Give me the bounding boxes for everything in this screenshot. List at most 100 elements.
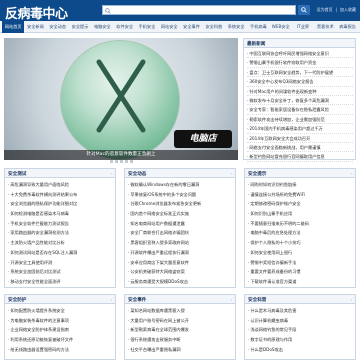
add-favorite-link[interactable]: 加入收藏 (340, 7, 356, 13)
article-link[interactable]: 谷歌Chrome浏览器发布紧急安全更新 (128, 199, 233, 209)
article-link[interactable]: 网购时如何识别钓鱼链接 (248, 180, 353, 190)
site-logo[interactable]: 反病毒中心 (5, 3, 68, 22)
nav-item[interactable]: 安全科普 (203, 24, 225, 30)
slider-dot[interactable] (124, 160, 128, 163)
article-link[interactable]: 国内首个网络安全标准正式实施 (128, 209, 233, 219)
nav-item[interactable]: 网站安全 (158, 24, 180, 30)
article-link[interactable]: 如何安全使用网上银行 (248, 248, 353, 258)
article-link[interactable]: 高危漏洞导致大量用户面临风险 (8, 180, 113, 190)
nav-item[interactable]: 安全新闻 (24, 24, 46, 30)
nav-item[interactable]: 系统安全 (225, 24, 247, 30)
article-link[interactable]: 利用系统还原功能恢复被破坏文件 (8, 335, 113, 345)
article-link[interactable]: 如何检测电脑是否感染木马病毒 (8, 209, 113, 219)
article-link[interactable]: 开源安全工具使用评测 (8, 258, 113, 268)
nav-item[interactable]: 手机安全 (136, 24, 158, 30)
article-link[interactable]: 安卓应用商店下架大量恶意软件 (128, 258, 233, 268)
latest-news-panel: 最新新闻 中国互联网协会呼吁网民增强网络安全意识 警惕山寨手机银行软件窃取用户资… (243, 38, 356, 162)
article-link[interactable]: 主流防火墙产品性能对比分析 (8, 238, 113, 248)
article-link[interactable]: 浅谈网络钓鱼的常见手段 (248, 325, 353, 335)
article-link[interactable]: 定期修改密码保护账户安全 (248, 199, 353, 209)
nav-item[interactable]: IT业界 (292, 24, 314, 30)
article-link[interactable]: 重要文件要养成备份的习惯 (248, 267, 353, 277)
article-link[interactable]: 安全浏览器的隐私保护功能详细对比 (8, 199, 113, 209)
news-item[interactable]: 2014年国内手机病毒感染用户超过千万 (247, 124, 353, 134)
slider-dot[interactable] (119, 160, 123, 163)
article-link[interactable]: 什么是DDoS攻击 (248, 345, 353, 355)
set-homepage-link[interactable]: 设为首页 (317, 7, 333, 13)
news-item[interactable]: 360安全中心发布Q3网络安全报告 (247, 77, 353, 87)
news-item[interactable]: 网络支付安全面临新挑战，用户需谨慎 (247, 143, 353, 153)
article-link[interactable]: 某知名网站数据库遭黑客入侵 (128, 306, 233, 316)
news-item[interactable]: 中国互联网协会呼吁网民增强网络安全意识 (247, 49, 353, 59)
nav-item[interactable]: 软件安全 (113, 24, 135, 30)
article-link[interactable]: 家用路由器的安全漏洞检测方法 (8, 228, 113, 238)
nav-home[interactable]: 网站首页 (2, 20, 25, 33)
article-link[interactable]: 知名电商网站用户数据遭泄露 (128, 219, 233, 229)
article-link[interactable]: 微软确认Windows存在新的零日漏洞 (128, 180, 233, 190)
news-item[interactable]: 2014年互联网安全大会成功召开 (247, 134, 353, 143)
nav-item[interactable]: 安全动态 (47, 24, 69, 30)
article-link[interactable]: 公安机关破获特大网络盗窃案 (128, 267, 233, 277)
article-link[interactable]: 安全厂商联合打击网络诈骗团伙 (128, 228, 233, 238)
article-link[interactable]: 社交平台曝出严重隐私漏洞 (128, 345, 233, 355)
nav-item[interactable]: 手机病毒 (247, 24, 269, 30)
article-link[interactable]: 如何测试网站是否存在SQL注入漏洞 (8, 248, 113, 258)
slider-caption[interactable]: 针对Mac的恶意软件数量正急剧上 (4, 150, 238, 160)
article-link[interactable]: 大量用户账号密码在网上被公开 (128, 316, 233, 326)
slider-dot[interactable] (114, 160, 118, 163)
nav-item[interactable]: 安全事件 (180, 24, 202, 30)
news-item[interactable]: 针对Mac用户的间谍软件出现新变种 (247, 87, 353, 96)
panel-title: 安全测试 (8, 171, 27, 177)
panel-header: 安全提示 › (245, 169, 355, 178)
featured-slider[interactable]: 电脑店 针对Mac的恶意软件数量正急剧上 (4, 38, 238, 160)
more-link[interactable]: › (110, 297, 112, 302)
article-link[interactable]: 黑客组织宣称入侵多家政府网站 (128, 238, 233, 248)
article-link[interactable]: 移动支付安全性能全面测评 (8, 277, 113, 287)
nav-item[interactable]: 电脑安全 (91, 24, 113, 30)
article-link[interactable]: 开源软件曝出严重远程执行漏洞 (128, 248, 233, 258)
article-link[interactable]: 为电脑安装杀毒软件的注意事项 (8, 316, 113, 326)
news-item[interactable]: 新型钓鱼网站冒充银行官网骗取用户信息 (247, 152, 353, 162)
article-link[interactable]: 银行系统遭攻击致服务中断 (128, 335, 233, 345)
article-link[interactable]: 不要随意扫描来历不明的二维码 (248, 219, 353, 229)
article-link[interactable]: 新型勒索病毒在全球范围内爆发 (128, 325, 233, 335)
article-link[interactable]: 如何配置防火墙提升系统安全 (8, 306, 113, 316)
search-button[interactable] (298, 5, 310, 15)
article-link[interactable]: 系统安全加固前后对比测试 (8, 267, 113, 277)
article-link[interactable]: 什么是木马病毒及其危害 (248, 306, 353, 316)
slider-dot[interactable] (109, 160, 113, 163)
article-link[interactable]: 保护个人隐私的十个小技巧 (248, 238, 353, 248)
more-link[interactable]: › (350, 297, 352, 302)
more-link[interactable]: › (110, 171, 112, 176)
news-item[interactable]: 警惕山寨手机银行软件窃取用户资金 (247, 58, 353, 68)
news-item[interactable]: 盘点：卫士互联网安全趋势，下一代防护展望 (247, 68, 353, 78)
article-link[interactable]: 给无线路由器设置强密码的方法 (8, 345, 113, 355)
panel-header: 安全科普 › (245, 295, 355, 304)
news-item[interactable]: 微软发布十月安全补丁，修复多个高危漏洞 (247, 96, 353, 106)
article-link[interactable]: 认识计算机蠕虫病毒 (248, 316, 353, 326)
news-item[interactable]: 安全专家：智能家居设备存在隐私泄露风险 (247, 105, 353, 115)
article-link[interactable]: 手机安全软件拦截能力测试报告 (8, 219, 113, 229)
article-link[interactable]: 警惕中奖短信诈骗新手法 (248, 258, 353, 268)
more-link[interactable]: › (350, 171, 352, 176)
article-link[interactable]: 如何识别山寨手机应用 (248, 209, 353, 219)
panel-title: 安全防护 (8, 297, 27, 303)
more-link[interactable]: › (230, 297, 232, 302)
nav-item[interactable]: WEB安全 (270, 24, 292, 30)
nav-item[interactable]: 安全提示 (69, 24, 91, 30)
news-item[interactable]: 勒索软件攻击持续增加，企业需加强防范 (247, 115, 353, 125)
article-link[interactable]: 苹果修复iOS系统中的多个安全问题 (128, 190, 233, 200)
more-link[interactable]: › (230, 171, 232, 176)
nav-item[interactable]: 黑客技术 (314, 24, 336, 30)
slider-dot[interactable] (129, 160, 133, 163)
article-link[interactable]: 数字证书的原理与作用 (248, 335, 353, 345)
article-link[interactable]: 谨慎连接公共场所的免费WiFi (248, 190, 353, 200)
search-input[interactable] (102, 5, 296, 15)
article-link[interactable]: 下载软件请认准官方渠道 (248, 277, 353, 287)
link-separator: | (335, 7, 337, 12)
article-link[interactable]: 企业网络安全防护体系建设指南 (8, 325, 113, 335)
article-link[interactable]: 电脑中毒后的应急处理方法 (248, 228, 353, 238)
article-link[interactable]: 十大免费杀毒软件横向测评结果公布 (8, 190, 113, 200)
article-link[interactable]: 云服务商遭受大规模DDoS攻击 (128, 277, 233, 287)
nav-item[interactable]: 病毒报告 (336, 24, 358, 30)
